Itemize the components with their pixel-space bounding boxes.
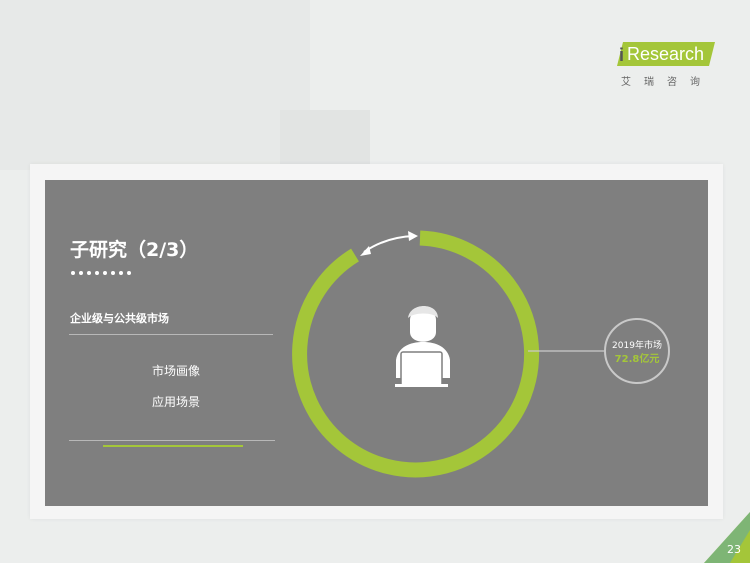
page-number: 23	[727, 543, 741, 556]
corner-accent	[704, 512, 750, 563]
